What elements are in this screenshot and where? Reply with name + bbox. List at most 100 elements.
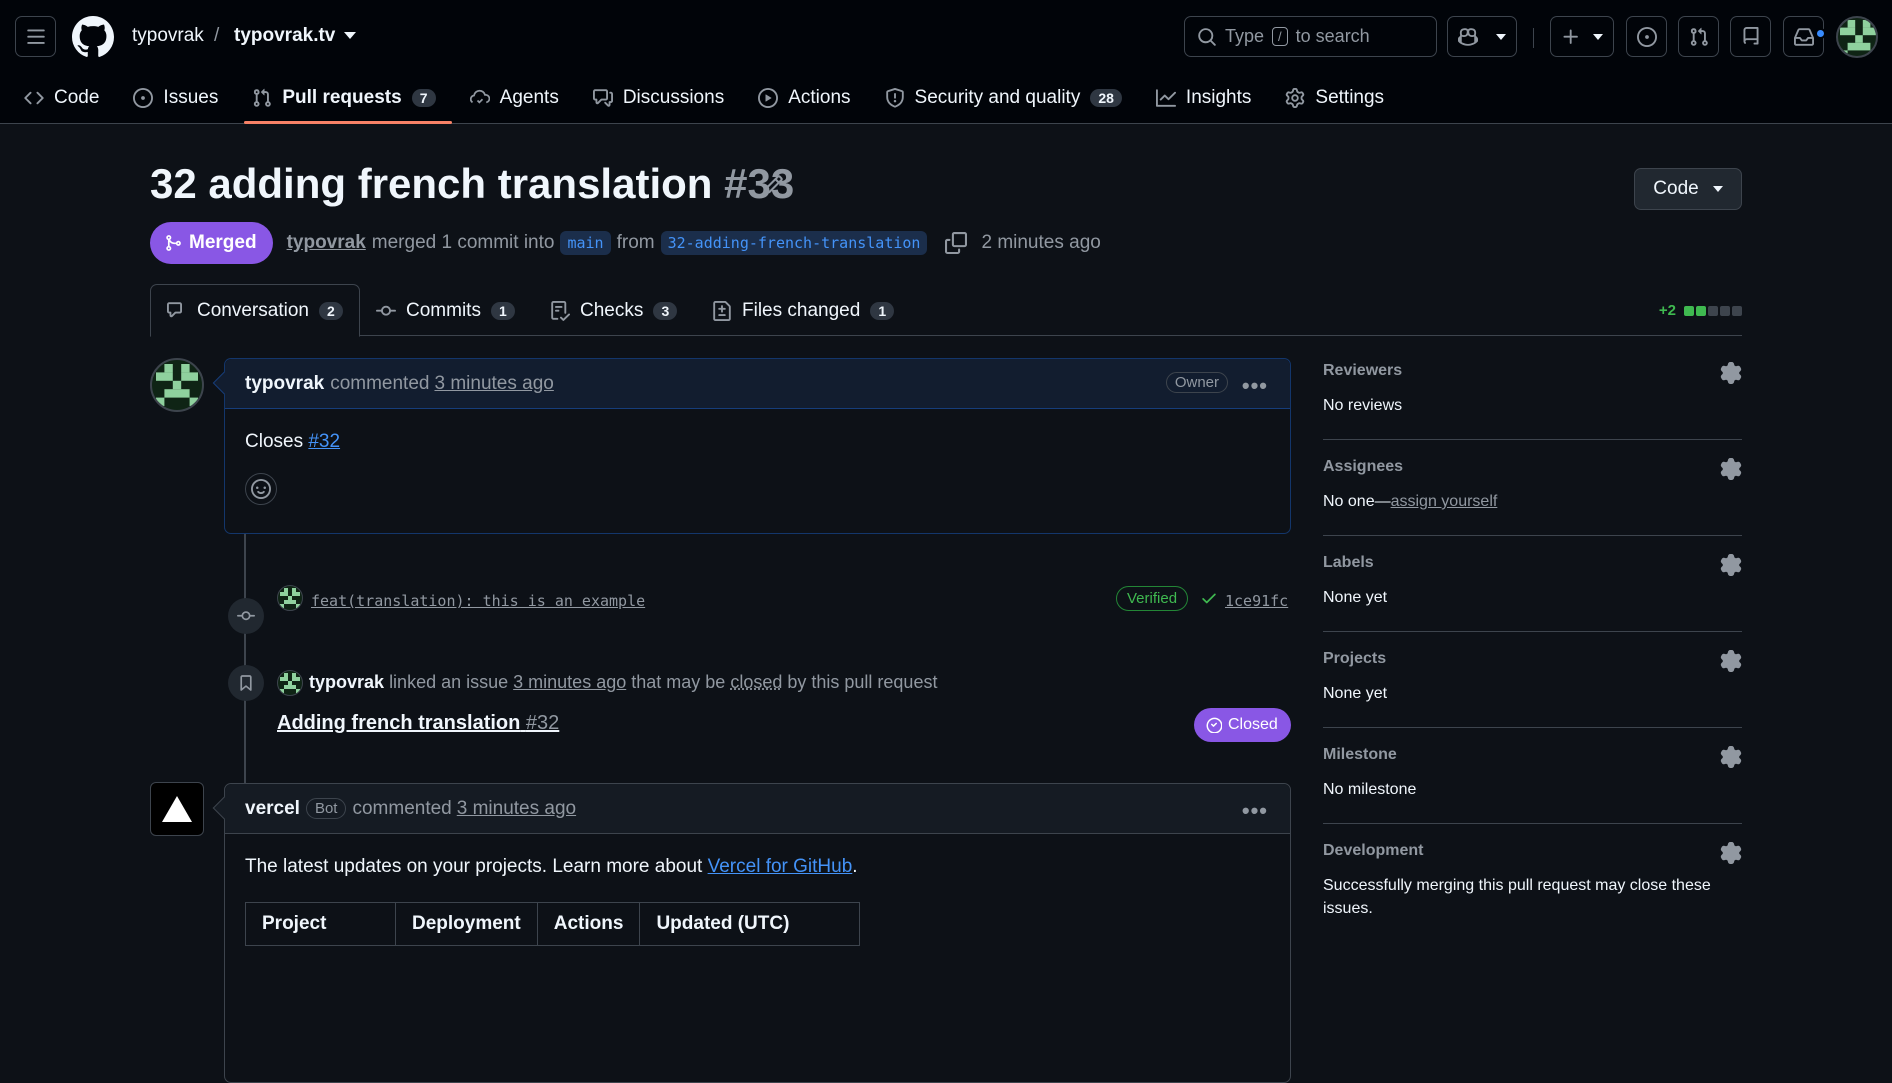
vercel-for-github-link[interactable]: Vercel for GitHub	[708, 856, 853, 877]
copy-icon[interactable]	[945, 232, 967, 254]
from-text: from	[617, 232, 655, 254]
diffstat-additions: +2	[1659, 302, 1676, 319]
bot-comment-time[interactable]: 3 minutes ago	[457, 798, 576, 820]
nav-pull-requests[interactable]: Pull requests 7	[252, 72, 451, 124]
diffstat-block	[1684, 306, 1694, 316]
search-placeholder-prefix: Type	[1225, 26, 1264, 47]
assign-yourself-link[interactable]: assign yourself	[1391, 493, 1498, 510]
linked-text-3: by this pull request	[787, 672, 937, 692]
pencil-icon[interactable]	[762, 174, 784, 196]
pr-tabs: Conversation 2 Commits 1 Checks 3 Files …	[150, 284, 1742, 336]
pr-sidebar: Reviewers No reviews Assignees No one—as…	[1323, 344, 1742, 942]
milestone-title[interactable]: Milestone	[1323, 746, 1742, 764]
pr-meta: Merged typovrak merged 1 commit into mai…	[150, 222, 1101, 264]
pull-requests-button[interactable]	[1678, 16, 1719, 57]
commit-message-link[interactable]: feat(translation): this is an example	[311, 592, 645, 610]
gear-icon[interactable]	[1720, 362, 1742, 384]
issues-button[interactable]	[1626, 16, 1667, 57]
head-branch[interactable]: 32-adding-french-translation	[661, 231, 928, 255]
tab-checks[interactable]: Checks 3	[534, 284, 693, 337]
table-header-updated: Updated (UTC)	[640, 903, 860, 946]
assignees-none-text: No one—	[1323, 493, 1391, 510]
verified-badge[interactable]: Verified	[1116, 586, 1188, 611]
check-icon	[1200, 589, 1218, 607]
tab-files-changed-count: 1	[870, 302, 894, 320]
deployment-table: Project Deployment Actions Updated (UTC)	[245, 902, 860, 946]
vercel-avatar[interactable]	[150, 782, 204, 836]
bookmark-icon	[237, 674, 255, 692]
closed-keyword: closed	[730, 672, 782, 692]
tab-files-changed[interactable]: Files changed 1	[696, 284, 910, 337]
diffstat-block	[1732, 306, 1742, 316]
menu-button[interactable]	[15, 16, 56, 57]
nav-insights[interactable]: Insights	[1156, 72, 1267, 124]
issue-reference-link[interactable]: #32	[308, 431, 340, 452]
add-reaction-button[interactable]	[245, 473, 277, 505]
bot-body-text: The latest updates on your projects. Lea…	[245, 856, 702, 877]
plus-icon	[1561, 27, 1581, 47]
bot-comment-author[interactable]: vercel	[245, 798, 300, 820]
commit-event-badge	[228, 598, 264, 634]
development-title[interactable]: Development	[1323, 842, 1742, 860]
comment-author-avatar[interactable]	[150, 358, 204, 412]
comment-author[interactable]: typovrak	[245, 373, 324, 395]
kebab-horizontal-icon[interactable]: •••	[1242, 798, 1268, 824]
linker-avatar[interactable]	[277, 670, 303, 696]
tab-conversation-label: Conversation	[197, 300, 309, 322]
repo-name-link[interactable]: typovrak.tv	[234, 25, 335, 47]
github-logo-icon[interactable]	[72, 16, 114, 58]
assignees-title[interactable]: Assignees	[1323, 458, 1742, 476]
reviewers-title[interactable]: Reviewers	[1323, 362, 1742, 380]
nav-agents[interactable]: Agents	[470, 72, 575, 124]
diffstat: +2	[1659, 302, 1742, 319]
linked-issue-link[interactable]: Adding french translation #32	[277, 712, 559, 735]
labels-title[interactable]: Labels	[1323, 554, 1742, 572]
issue-opened-icon	[133, 88, 153, 108]
user-avatar[interactable]	[1836, 16, 1878, 58]
tab-commits-count: 1	[491, 302, 515, 320]
gear-icon[interactable]	[1720, 842, 1742, 864]
gear-icon[interactable]	[1720, 554, 1742, 576]
header-divider	[1533, 28, 1534, 48]
diffstat-block	[1708, 306, 1718, 316]
copilot-button[interactable]	[1447, 16, 1517, 57]
repositories-button[interactable]	[1730, 16, 1771, 57]
linked-issue-number: #32	[526, 712, 559, 734]
search-input[interactable]: Type / to search	[1184, 16, 1437, 57]
nav-pull-requests-count: 7	[412, 89, 436, 107]
tab-checks-label: Checks	[580, 300, 643, 322]
tab-conversation[interactable]: Conversation 2	[150, 284, 360, 337]
nav-code[interactable]: Code	[24, 72, 115, 124]
linked-time[interactable]: 3 minutes ago	[513, 672, 626, 692]
gear-icon[interactable]	[1720, 650, 1742, 672]
nav-settings[interactable]: Settings	[1285, 72, 1400, 124]
code-dropdown-button[interactable]: Code	[1634, 168, 1742, 210]
comment-time[interactable]: 3 minutes ago	[434, 373, 553, 395]
nav-security[interactable]: Security and quality 28	[885, 72, 1138, 124]
commit-sha-link[interactable]: 1ce91fc	[1225, 592, 1288, 610]
chevron-down-icon	[1713, 186, 1723, 192]
gear-icon[interactable]	[1720, 458, 1742, 480]
create-caret-icon[interactable]	[1593, 34, 1603, 40]
nav-code-label: Code	[54, 87, 99, 109]
nav-actions[interactable]: Actions	[758, 72, 866, 124]
nav-issues[interactable]: Issues	[133, 72, 234, 124]
gear-icon[interactable]	[1720, 746, 1742, 768]
copilot-caret-icon[interactable]	[1496, 34, 1506, 40]
merged-time: 2 minutes ago	[981, 232, 1100, 254]
projects-title[interactable]: Projects	[1323, 650, 1742, 668]
nav-discussions[interactable]: Discussions	[593, 72, 740, 124]
base-branch[interactable]: main	[560, 231, 610, 255]
repo-owner-link[interactable]: typovrak	[132, 25, 204, 47]
create-new-button[interactable]	[1550, 16, 1614, 57]
issue-closed-icon	[1206, 717, 1222, 733]
gear-icon	[1285, 88, 1305, 108]
pr-author-link[interactable]: typovrak	[287, 232, 366, 254]
commit-author-avatar[interactable]	[277, 585, 303, 611]
linker-author[interactable]: typovrak	[309, 672, 384, 692]
tab-commits[interactable]: Commits 1	[360, 284, 531, 337]
bot-comment-action: commented	[352, 798, 451, 820]
repo-dropdown-caret-icon[interactable]	[344, 32, 356, 39]
kebab-horizontal-icon[interactable]: •••	[1242, 373, 1268, 399]
git-commit-icon	[376, 301, 396, 321]
